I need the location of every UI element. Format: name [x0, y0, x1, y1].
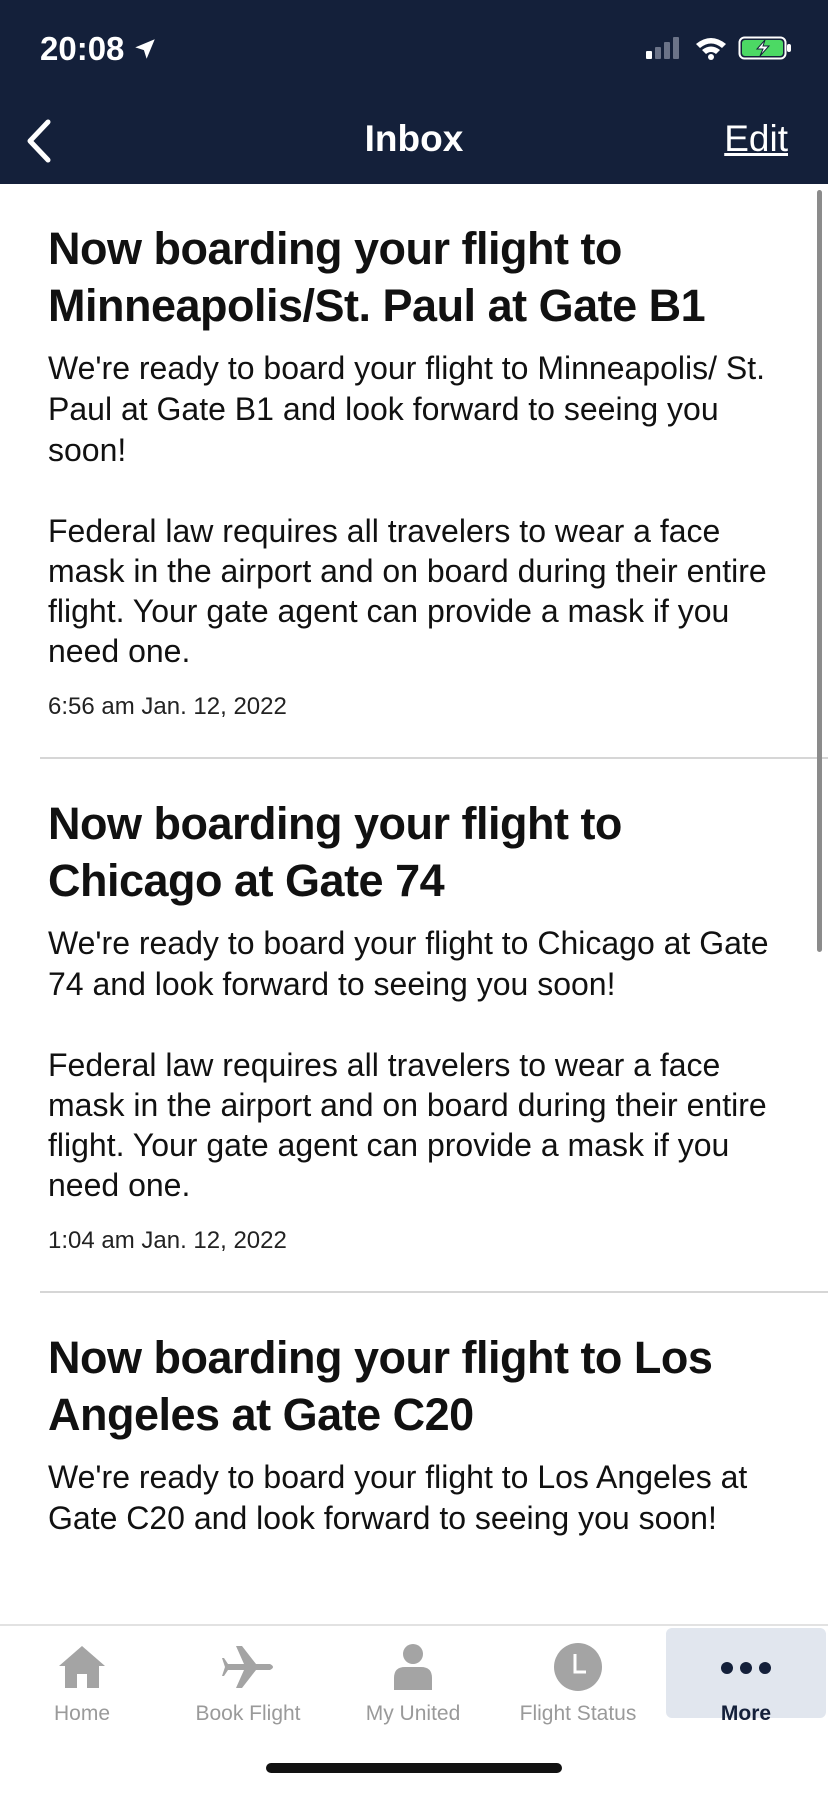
more-dots-icon: [721, 1662, 771, 1674]
tab-label: More: [720, 1702, 772, 1725]
tab-label: My United: [365, 1702, 461, 1725]
tab-home[interactable]: Home: [2, 1628, 162, 1725]
tab-my-united[interactable]: My United: [333, 1628, 493, 1725]
inbox-message[interactable]: Now boarding your flight to Chicago at G…: [40, 759, 828, 1293]
wifi-icon: [696, 38, 726, 60]
message-body: We're ready to board your flight to Chic…: [48, 925, 769, 1002]
status-bar: 20:08: [0, 0, 828, 98]
message-timestamp: 6:56 am Jan. 12, 2022: [48, 693, 287, 720]
tab-label: Home: [53, 1702, 111, 1725]
clock-icon: [554, 1643, 602, 1691]
home-indicator[interactable]: [266, 1763, 562, 1773]
tab-flight-status[interactable]: Flight Status: [498, 1628, 658, 1725]
message-body: We're ready to board your flight to Minn…: [48, 350, 765, 468]
scrollbar[interactable]: [817, 190, 822, 952]
home-icon: [59, 1646, 105, 1688]
clock-time: 20:08: [40, 30, 125, 67]
message-title: Now boarding your flight to Minneapolis/…: [48, 223, 706, 331]
inbox-message[interactable]: Now boarding your flight to Los Angeles …: [40, 1293, 828, 1615]
message-notice: Federal law requires all travelers to we…: [48, 513, 767, 669]
person-icon: [394, 1644, 432, 1690]
tab-label: Book Flight: [195, 1702, 301, 1725]
message-title: Now boarding your flight to Los Angeles …: [48, 1332, 713, 1440]
message-timestamp: 1:04 am Jan. 12, 2022: [48, 1227, 287, 1254]
airplane-icon: [222, 1646, 273, 1688]
status-time: 20:08: [40, 30, 158, 68]
navigation-bar: Inbox Edit: [0, 98, 828, 184]
inbox-message[interactable]: Now boarding your flight to Minneapolis/…: [40, 184, 828, 759]
status-icons: [644, 34, 794, 62]
tab-book-flight[interactable]: Book Flight: [168, 1628, 328, 1725]
edit-button[interactable]: Edit: [724, 118, 788, 160]
battery-charging-icon: [738, 36, 791, 60]
cellular-signal-icon: [646, 37, 679, 59]
tab-more[interactable]: More: [666, 1628, 826, 1725]
page-title: Inbox: [364, 118, 464, 159]
tab-label: Flight Status: [519, 1702, 637, 1725]
message-title: Now boarding your flight to Chicago at G…: [48, 798, 622, 906]
message-notice: Federal law requires all travelers to we…: [48, 1047, 767, 1203]
location-arrow-icon: [135, 39, 156, 59]
message-body: We're ready to board your flight to Los …: [48, 1459, 748, 1536]
inbox-list[interactable]: Now boarding your flight to Minneapolis/…: [0, 184, 828, 1624]
